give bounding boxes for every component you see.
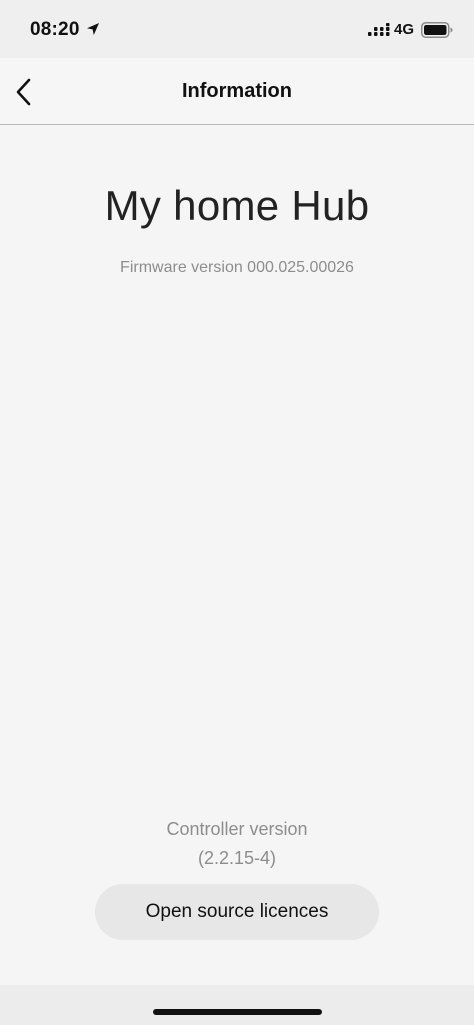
controller-version-label: Controller version	[166, 819, 308, 839]
page-title: Information	[182, 80, 292, 102]
status-time: 08:20	[30, 19, 80, 40]
device-name: My home Hub	[104, 182, 370, 229]
open-source-licences-button[interactable]: Open source licences	[95, 884, 379, 940]
firmware-version: Firmware version 000.025.00026	[120, 259, 354, 276]
cellular-signal-icon	[368, 23, 390, 36]
status-bar: 08:20 4G	[0, 0, 474, 58]
controller-version-value: (2.2.15-4)	[197, 848, 277, 868]
network-type: 4G	[394, 21, 415, 38]
home-indicator[interactable]	[153, 1009, 322, 1015]
home-indicator-area	[0, 985, 474, 1025]
navigation-bar: Information	[0, 58, 474, 125]
battery-icon	[421, 22, 453, 38]
location-arrow-icon	[87, 23, 99, 35]
information-screen: 08:20 4G Information My home Hub Firmwar…	[0, 0, 474, 1025]
